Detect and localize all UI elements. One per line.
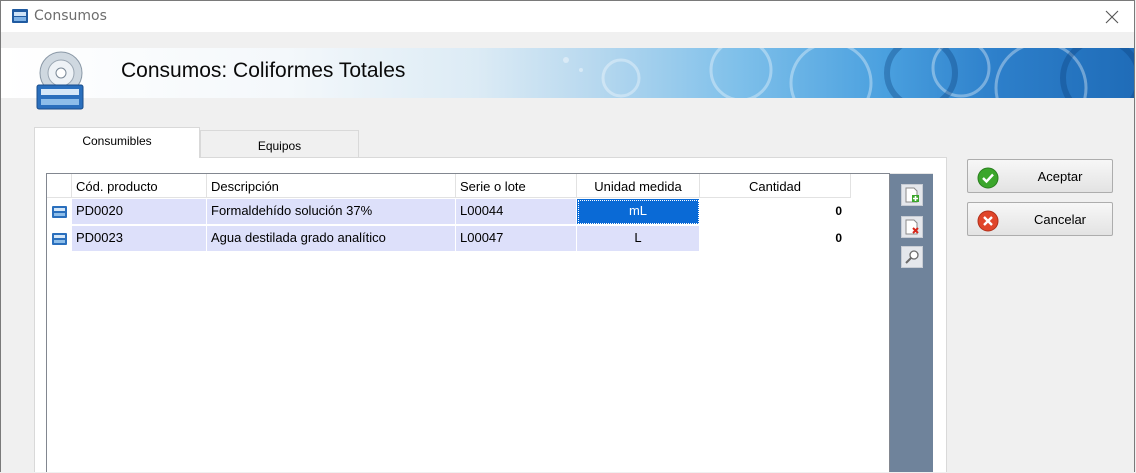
- header-icon-column: [47, 174, 72, 198]
- cancel-button[interactable]: Cancelar: [967, 202, 1113, 236]
- dialog-window: Consumos Consumos: Coliformes Totales Co…: [0, 0, 1135, 472]
- tab-consumibles-label: Consumibles: [82, 134, 152, 148]
- header-unit[interactable]: Unidad medida: [577, 174, 700, 198]
- checkmark-icon: [977, 167, 999, 189]
- cell-unit[interactable]: L: [577, 226, 700, 252]
- accept-button[interactable]: Aceptar: [967, 159, 1113, 193]
- cell-code[interactable]: PD0023: [72, 226, 207, 252]
- grid-side-toolbar: [890, 173, 933, 472]
- close-button[interactable]: [1090, 1, 1134, 32]
- banner-title: Consumos: Coliformes Totales: [121, 59, 406, 82]
- cancel-label: Cancelar: [1033, 212, 1087, 227]
- cd-box-icon: [36, 51, 84, 110]
- app-icon: [12, 9, 28, 23]
- table-row[interactable]: PD0020 Formaldehído solución 37% L00044 …: [47, 199, 852, 225]
- header-banner: Consumos: Coliformes Totales: [1, 48, 1134, 98]
- product-box-icon: [52, 206, 67, 218]
- header-lot[interactable]: Serie o lote: [456, 174, 577, 198]
- cell-lot[interactable]: L00044: [456, 199, 577, 225]
- add-row-icon: [905, 187, 919, 203]
- delete-row-icon: [905, 219, 919, 235]
- header-description[interactable]: Descripción: [207, 174, 456, 198]
- cell-description[interactable]: Agua destilada grado analítico: [207, 226, 456, 252]
- accept-label: Aceptar: [1037, 169, 1083, 184]
- tab-consumibles[interactable]: Consumibles: [34, 127, 200, 158]
- header-quantity[interactable]: Cantidad: [700, 174, 851, 198]
- cell-unit[interactable]: mL: [577, 199, 700, 225]
- header-code[interactable]: Cód. producto: [72, 174, 207, 198]
- consumables-grid[interactable]: Cód. producto Descripción Serie o lote U…: [46, 173, 890, 472]
- cell-description[interactable]: Formaldehído solución 37%: [207, 199, 456, 225]
- cell-code[interactable]: PD0020: [72, 199, 207, 225]
- product-box-icon: [52, 233, 67, 245]
- delete-row-button[interactable]: [901, 216, 923, 238]
- cell-quantity[interactable]: 0: [700, 226, 851, 252]
- search-icon: [905, 250, 919, 264]
- title-bar: Consumos: [1, 1, 1134, 32]
- tab-equipos-label: Equipos: [257, 139, 302, 153]
- cancel-icon: [977, 210, 999, 232]
- close-icon: [1105, 10, 1119, 23]
- cell-lot[interactable]: L00047: [456, 226, 577, 252]
- tab-equipos[interactable]: Equipos: [200, 130, 359, 157]
- grid-header: Cód. producto Descripción Serie o lote U…: [47, 174, 889, 198]
- search-button[interactable]: [901, 246, 923, 268]
- banner-decoration: [563, 48, 1134, 98]
- tab-panel-consumibles: Cód. producto Descripción Serie o lote U…: [34, 157, 947, 472]
- window-title: Consumos: [34, 8, 107, 24]
- table-row[interactable]: PD0023 Agua destilada grado analítico L0…: [47, 226, 852, 252]
- cell-quantity[interactable]: 0: [700, 199, 851, 225]
- add-row-button[interactable]: [901, 184, 923, 206]
